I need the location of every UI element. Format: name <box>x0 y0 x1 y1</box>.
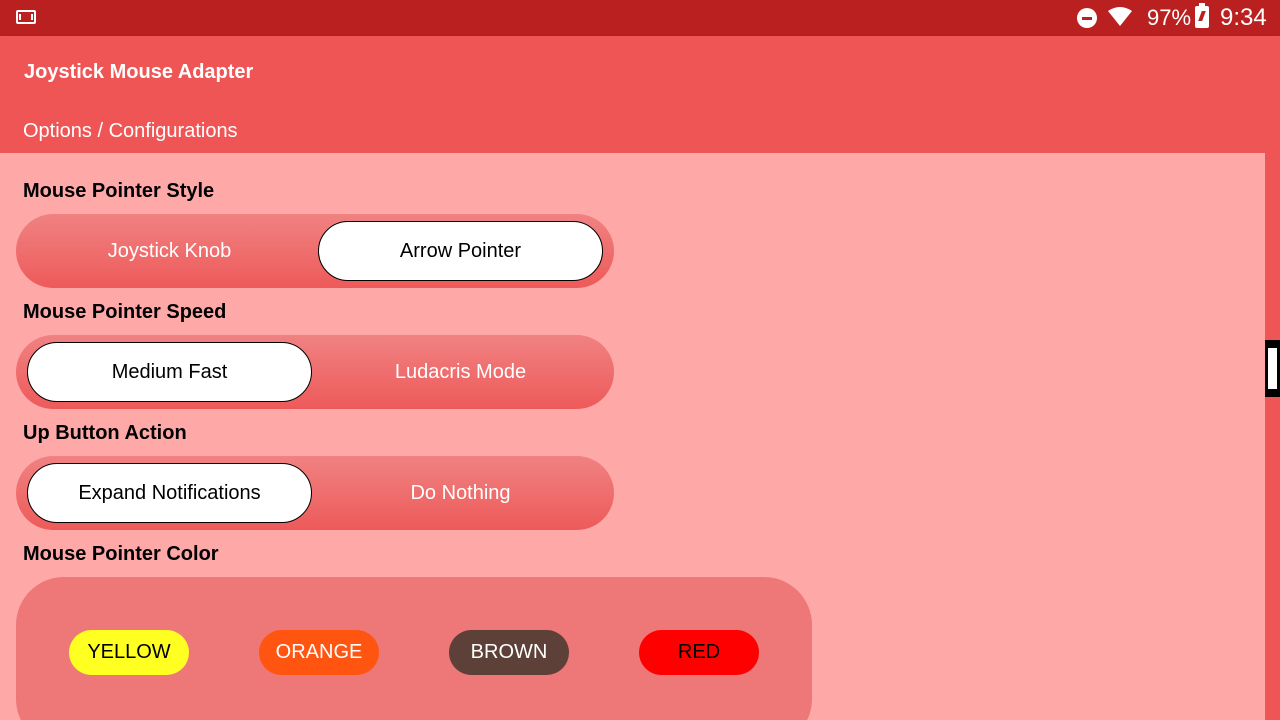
up-button-action-label: Up Button Action <box>23 422 187 444</box>
sub-header: Options / Configurations <box>0 108 1280 153</box>
wifi-icon <box>1108 7 1132 26</box>
pointer-style-label: Mouse Pointer Style <box>23 180 215 202</box>
pointer-speed-medium-fast-option[interactable]: Medium Fast <box>27 342 312 402</box>
app-bar: Joystick Mouse Adapter <box>0 36 1280 108</box>
pointer-speed-label: Mouse Pointer Speed <box>23 301 227 323</box>
pointer-speed-toggle: Medium Fast Ludacris Mode <box>16 335 614 409</box>
color-red-button[interactable]: RED <box>639 630 759 675</box>
pointer-color-label: Mouse Pointer Color <box>23 543 219 565</box>
battery-percent: 97% <box>1147 5 1192 30</box>
battery-charging-icon <box>1195 3 1209 28</box>
pointer-style-arrow-pointer-option[interactable]: Arrow Pointer <box>318 221 603 281</box>
color-orange-button[interactable]: ORANGE <box>259 630 379 675</box>
color-yellow-button[interactable]: YELLOW <box>69 630 189 675</box>
pointer-style-toggle: Joystick Knob Arrow Pointer <box>16 214 614 288</box>
pointer-color-panel: YELLOW ORANGE BROWN RED <box>16 577 812 720</box>
up-action-do-nothing-option[interactable]: Do Nothing <box>318 463 603 523</box>
pointer-speed-ludacris-option[interactable]: Ludacris Mode <box>318 342 603 402</box>
up-action-expand-notifications-option[interactable]: Expand Notifications <box>27 463 312 523</box>
pointer-style-joystick-knob-option[interactable]: Joystick Knob <box>27 221 312 281</box>
scroll-track <box>1265 153 1280 720</box>
sub-header-title: Options / Configurations <box>23 120 238 142</box>
screen-rotation-icon <box>16 10 36 24</box>
app-title: Joystick Mouse Adapter <box>24 61 254 83</box>
do-not-disturb-icon <box>1077 8 1097 28</box>
up-button-action-toggle: Expand Notifications Do Nothing <box>16 456 614 530</box>
clock: 9:34 <box>1220 4 1267 31</box>
scrollbar-thumb[interactable] <box>1265 340 1280 397</box>
status-bar: 97% 9:34 <box>0 0 1280 36</box>
color-brown-button[interactable]: BROWN <box>449 630 569 675</box>
